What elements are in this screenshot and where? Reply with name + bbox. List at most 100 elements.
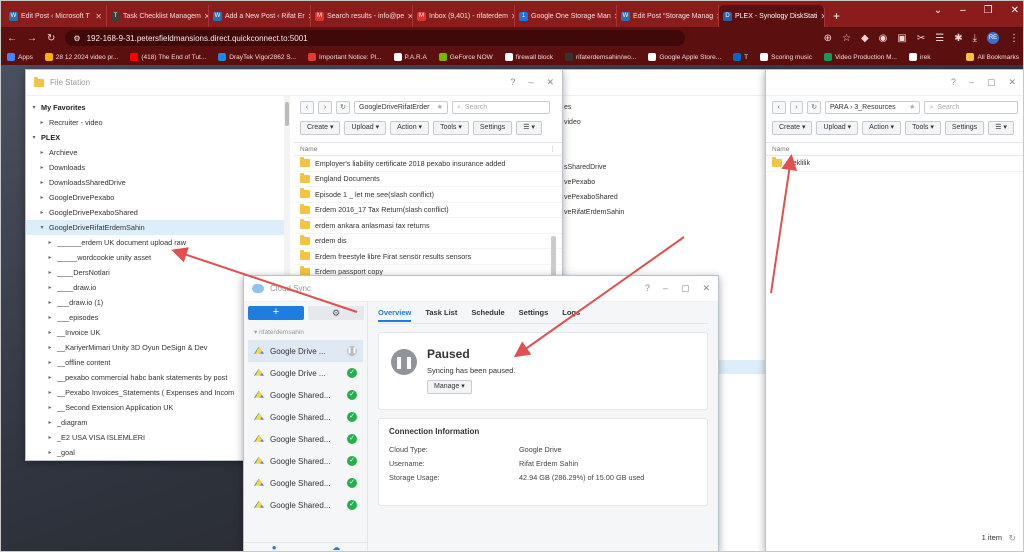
path-field[interactable]: PARA › 3_Resources ★ [824, 100, 921, 114]
help-icon[interactable]: ? [951, 77, 956, 88]
extension-icon[interactable]: ✂ [917, 33, 925, 44]
search-field[interactable]: ⌕ Search [452, 100, 550, 114]
toolbar-tools-button[interactable]: Tools ▾ [905, 121, 941, 135]
tree-folder-partial[interactable]: vePexabo [562, 175, 765, 190]
minimize-icon[interactable]: – [969, 77, 974, 88]
tab-task-list[interactable]: Task List [425, 308, 457, 317]
chevron-right-icon[interactable]: ▸ [38, 209, 46, 216]
add-task-button[interactable]: + [248, 306, 304, 320]
chevron-right-icon[interactable]: ▸ [46, 254, 54, 261]
close-icon[interactable]: ✕ [702, 283, 710, 294]
chevron-right-icon[interactable]: ▸ [38, 194, 46, 201]
gear-icon[interactable]: ⚙ [308, 306, 364, 320]
close-icon[interactable]: ✕ [1011, 5, 1019, 16]
help-icon[interactable]: ? [510, 77, 515, 88]
back-icon[interactable]: ← [7, 33, 17, 44]
tab-settings[interactable]: Settings [519, 308, 549, 317]
tree-folder-partial[interactable] [562, 130, 765, 145]
column-header[interactable]: Name ⋮ [294, 142, 562, 156]
sync-task-item[interactable]: Google Shared... ✓ [248, 472, 363, 494]
chevron-right-icon[interactable]: ▸ [38, 119, 46, 126]
tree-folder-partial[interactable]: es [562, 100, 765, 115]
toolbar-tools-button[interactable]: Tools ▾ [433, 121, 469, 135]
chevron-right-icon[interactable]: ▸ [38, 179, 46, 186]
chevron-right-icon[interactable]: ▸ [46, 344, 54, 351]
forward-icon[interactable]: → [27, 33, 37, 44]
reload-icon[interactable]: ↻ [47, 33, 55, 44]
extension-icon[interactable]: ◉ [879, 33, 888, 44]
close-icon[interactable]: ✕ [546, 77, 554, 88]
tree-folder-partial[interactable]: sSharedDrive [562, 160, 765, 175]
bookmark-item[interactable]: firewall block [504, 53, 553, 61]
refresh-icon[interactable]: ↻ [1008, 533, 1016, 544]
help-icon[interactable]: ? [645, 283, 650, 294]
bookmark-star-icon[interactable]: ☆ [842, 33, 851, 44]
sync-task-item[interactable]: Google Shared... ✓ [248, 428, 363, 450]
column-header[interactable]: Name [766, 142, 1023, 156]
extensions-puzzle-icon[interactable]: ✱ [954, 33, 962, 44]
chevron-right-icon[interactable]: ▸ [46, 389, 54, 396]
chevron-right-icon[interactable]: ▸ [46, 239, 54, 246]
file-row[interactable]: Erdem freestyle libre Firat sensör resul… [294, 249, 562, 265]
file-row[interactable]: erdem dis [294, 234, 562, 249]
browser-tab[interactable]: W Edit Post ‹ Microsoft T ✕ [5, 5, 107, 27]
user-icon[interactable]: ● [272, 543, 277, 551]
bookmark-item[interactable]: Google Apple Store... [648, 53, 721, 61]
browser-tab[interactable]: WEdit Post “Storage Manag✕ [617, 5, 719, 27]
toolbar-action-button[interactable]: Action ▾ [390, 121, 430, 135]
sync-task-item[interactable]: Google Shared... ✓ [248, 384, 363, 406]
browser-tab[interactable]: WAdd a New Post ‹ Rifat Er✕ [209, 5, 311, 27]
tree-folder[interactable]: ▸ Recruiter - video [26, 115, 288, 130]
manage-button[interactable]: Manage ▾ [427, 380, 472, 394]
toolbar-settings-button[interactable]: Settings [944, 121, 985, 135]
browser-tab[interactable]: 1Google One Storage Man✕ [515, 5, 617, 27]
file-row[interactable]: Erdem 2016_17 Tax Return(slash conflict) [294, 203, 562, 218]
browser-tab[interactable]: MInbox (9,401) - rifaterdem✕ [413, 5, 515, 27]
chevron-right-icon[interactable]: ▸ [46, 419, 54, 426]
profile-avatar[interactable]: RE [987, 32, 999, 44]
tree-folder-partial[interactable]: veRifatErdemSahin [562, 205, 765, 220]
tree-section[interactable]: ▾ PLEX [26, 130, 288, 145]
tree-folder[interactable]: ▸ GoogleDrivePexaboShared [26, 205, 288, 220]
bookmark-item[interactable]: rifaterdemsahin/wo... [565, 53, 636, 61]
site-info-icon[interactable]: ⚙ [73, 34, 80, 43]
bookmark-item[interactable]: P.A.R.A [393, 53, 427, 61]
file-row[interactable]: Employer's liability certificate 2018 pe… [294, 156, 562, 172]
bookmark-item[interactable]: GeForce NOW [438, 53, 493, 61]
file-row[interactable]: England Documents [294, 172, 562, 187]
refresh-button[interactable]: ↻ [336, 100, 350, 114]
bookmark-item[interactable]: Video Production M... [823, 53, 897, 61]
star-icon[interactable]: ★ [909, 102, 915, 113]
toolbar-action-button[interactable]: Action ▾ [862, 121, 902, 135]
menu-kebab-icon[interactable]: ⋮ [1009, 33, 1019, 44]
minimize-icon[interactable]: – [663, 283, 668, 294]
back-button[interactable]: ‹ [772, 100, 786, 114]
search-field[interactable]: ⌕ Search [924, 100, 1018, 114]
bookmark-item[interactable]: Important Notice: Pl... [308, 53, 382, 61]
bookmark-item[interactable]: 28 12 2024 video pr... [44, 53, 118, 61]
sync-task-item[interactable]: Google Drive ... ❚❚ [248, 340, 363, 362]
view-menu-button[interactable]: ☰ ▾ [516, 121, 542, 135]
column-menu-icon[interactable]: ⋮ [550, 143, 557, 155]
browser-tab[interactable]: DPLEX - Synology DiskStati✕ [719, 5, 825, 27]
maximize-icon[interactable]: ▢ [987, 77, 996, 88]
tree-folder[interactable]: ▸ _____wordcookie unity asset [26, 250, 288, 265]
tree-folder-partial[interactable]: vePexaboShared [562, 190, 765, 205]
tree-folder[interactable]: ▸ GoogleDrivePexabo [26, 190, 288, 205]
chevron-right-icon[interactable]: ▸ [46, 449, 54, 456]
browser-tab[interactable]: MSearch results - info@pe✕ [311, 5, 413, 27]
sync-task-item[interactable]: Google Shared... ✓ [248, 494, 363, 516]
downloads-icon[interactable]: ⤓ [973, 33, 977, 44]
forward-button[interactable]: › [318, 100, 332, 114]
chevron-right-icon[interactable]: ▸ [46, 269, 54, 276]
tab-overview[interactable]: Overview [378, 308, 412, 322]
minimize-icon[interactable]: – [960, 5, 966, 16]
tree-section[interactable]: ▾ My Favorites [26, 100, 288, 115]
chevron-right-icon[interactable]: ▸ [46, 404, 54, 411]
tab-schedule[interactable]: Schedule [471, 308, 504, 317]
chevron-right-icon[interactable]: ▸ [46, 299, 54, 306]
bookmark-item[interactable]: DrayTek Vigor2862 S... [218, 53, 296, 61]
chevron-right-icon[interactable]: ▸ [46, 359, 54, 366]
maximize-icon[interactable]: ▢ [681, 283, 690, 294]
chevron-right-icon[interactable]: ▸ [46, 284, 54, 291]
